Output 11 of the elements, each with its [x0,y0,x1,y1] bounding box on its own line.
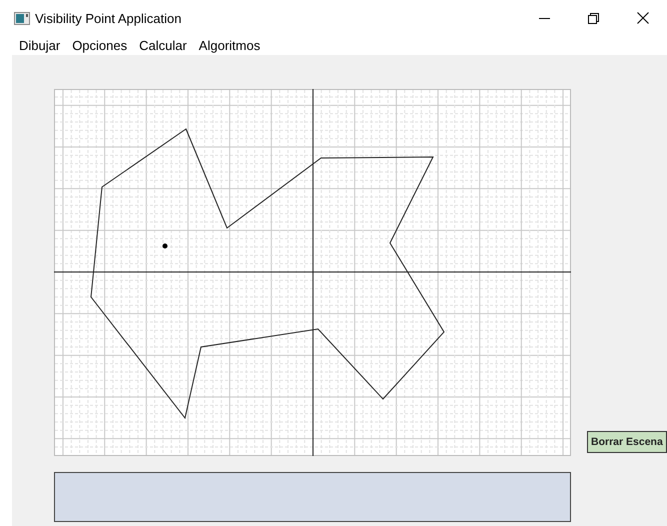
app-icon [14,12,30,24]
close-icon [636,12,648,24]
clear-scene-button[interactable]: Borrar Escena [587,431,667,453]
menu-item[interactable]: Dibujar [13,37,66,54]
menu-item[interactable]: Opciones [66,37,134,54]
plot-canvas[interactable] [54,89,571,456]
restore-icon [588,12,599,24]
menu-item[interactable]: Algoritmos [192,37,266,54]
window-title: Visibility Point Application [35,10,182,26]
menu-item[interactable]: Calcular [133,37,193,54]
point-marker [162,244,168,248]
